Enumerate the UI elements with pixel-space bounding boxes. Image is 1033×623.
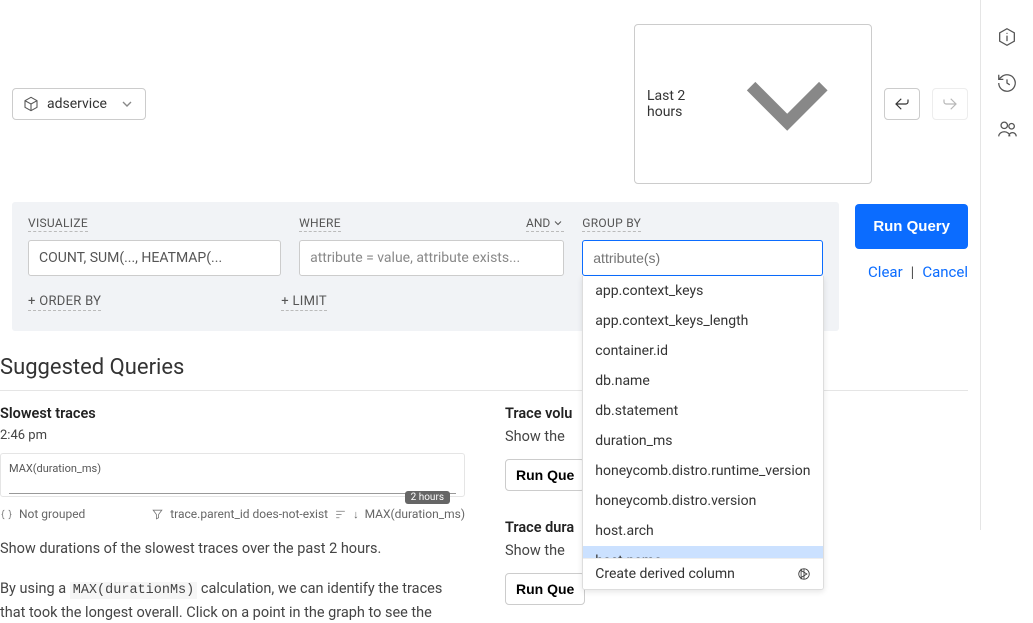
chevron-down-icon	[552, 217, 564, 229]
filter-icon	[151, 508, 164, 521]
time-range-selector[interactable]: Last 2 hours	[634, 24, 872, 184]
and-toggle[interactable]: AND	[526, 216, 564, 232]
slowest-traces-time: 2:46 pm	[0, 428, 465, 443]
slowest-traces-heading: Slowest traces	[0, 405, 465, 422]
chart-y-label: MAX(duration_ms)	[9, 462, 456, 475]
braces-icon	[0, 508, 13, 521]
groupby-input[interactable]	[582, 240, 823, 276]
reply-arrow-left-icon	[893, 95, 911, 113]
nav-forward-button	[932, 88, 968, 120]
dropdown-item[interactable]: honeycomb.distro.runtime_version	[583, 456, 823, 486]
reply-arrow-right-icon	[941, 95, 959, 113]
sort-icon	[334, 508, 347, 521]
cube-icon	[23, 96, 39, 112]
info-icon[interactable]	[996, 26, 1018, 48]
run-query-trace-duration[interactable]: Run Que	[505, 573, 585, 605]
dropdown-item[interactable]: db.name	[583, 366, 823, 396]
team-icon[interactable]	[996, 118, 1018, 140]
limit-button[interactable]: + LIMIT	[281, 294, 327, 311]
filter-text: trace.parent_id does-not-exist	[170, 507, 328, 521]
not-grouped-label: Not grouped	[19, 507, 85, 521]
right-sidebar	[980, 0, 1033, 530]
create-derived-column[interactable]: Create derived column	[583, 558, 823, 589]
clear-link[interactable]: Clear	[868, 263, 903, 281]
slowest-traces-chart[interactable]: MAX(duration_ms) 2 hours	[0, 453, 465, 497]
dropdown-item[interactable]: honeycomb.distro.version	[583, 486, 823, 516]
run-query-trace-volume[interactable]: Run Que	[505, 459, 585, 491]
nav-back-button[interactable]	[884, 88, 920, 120]
service-name: adservice	[47, 96, 107, 112]
run-query-button[interactable]: Run Query	[855, 204, 968, 249]
visualize-label: VISUALIZE	[28, 216, 88, 232]
chevron-down-icon	[715, 32, 859, 176]
history-icon[interactable]	[996, 72, 1018, 94]
dropdown-item[interactable]: host.name	[583, 546, 823, 558]
dropdown-item[interactable]: db.statement	[583, 396, 823, 426]
chart-range-tag: 2 hours	[405, 491, 450, 504]
dropdown-item[interactable]: container.id	[583, 336, 823, 366]
cursor-icon	[797, 567, 811, 581]
order-by-button[interactable]: + ORDER BY	[28, 294, 101, 311]
dropdown-item[interactable]: app.context_keys_length	[583, 306, 823, 336]
chevron-down-icon	[119, 96, 135, 112]
query-builder: VISUALIZE COUNT, SUM(..., HEATMAP(... WH…	[12, 202, 839, 331]
where-input[interactable]: attribute = value, attribute exists...	[299, 240, 564, 276]
time-range-label: Last 2 hours	[647, 88, 701, 120]
visualize-input[interactable]: COUNT, SUM(..., HEATMAP(...	[28, 240, 281, 276]
dropdown-item[interactable]: app.context_keys	[583, 276, 823, 306]
cancel-link[interactable]: Cancel	[922, 263, 968, 281]
where-label: WHERE	[299, 216, 341, 232]
dropdown-item[interactable]: duration_ms	[583, 426, 823, 456]
sort-text: MAX(duration_ms)	[365, 507, 465, 521]
dropdown-item[interactable]: host.arch	[583, 516, 823, 546]
slowest-desc-1: Show durations of the slowest traces ove…	[0, 537, 465, 560]
slowest-desc-2: By using a MAX(durationMs) calculation, …	[0, 577, 465, 623]
divider: |	[911, 263, 915, 281]
service-selector[interactable]: adservice	[12, 88, 146, 120]
groupby-dropdown: app.context_keys app.context_keys_length…	[582, 276, 824, 590]
groupby-label: GROUP BY	[582, 216, 641, 232]
